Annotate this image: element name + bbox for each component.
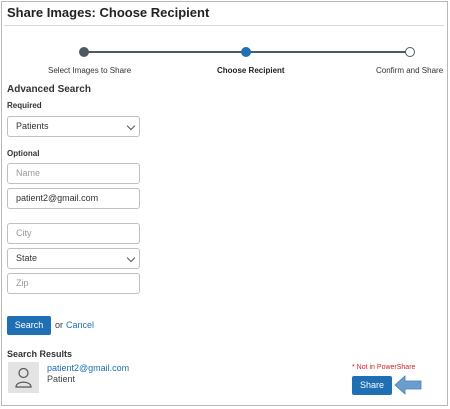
recipient-type-select[interactable]: Patients — [7, 116, 140, 137]
progress-stepper: Select Images to Share Choose Recipient … — [0, 0, 450, 80]
city-input[interactable]: City — [7, 223, 140, 244]
person-icon — [15, 367, 32, 388]
stepper-line-completed — [84, 51, 246, 53]
optional-label: Optional — [7, 149, 40, 158]
step-dot-select-images — [79, 47, 89, 57]
step-dot-choose-recipient — [241, 47, 251, 57]
result-email-link[interactable]: patient2@gmail.com — [47, 363, 129, 373]
state-select[interactable]: State — [7, 248, 140, 269]
not-in-powershare-note: * Not in PowerShare — [352, 364, 416, 371]
email-input[interactable]: patient2@gmail.com — [7, 188, 140, 209]
search-results-heading: Search Results — [7, 349, 73, 359]
required-label: Required — [7, 101, 42, 110]
zip-input[interactable]: Zip — [7, 273, 140, 294]
share-button[interactable]: Share — [352, 376, 392, 395]
cancel-link[interactable]: Cancel — [66, 320, 94, 330]
step-dot-confirm-share — [405, 47, 415, 57]
recipient-type-value: Patients — [16, 121, 49, 131]
or-text: or — [55, 320, 64, 330]
arrow-left-icon — [394, 375, 422, 395]
advanced-search-heading: Advanced Search — [7, 84, 91, 95]
search-button[interactable]: Search — [7, 316, 51, 335]
chevron-down-icon — [126, 121, 136, 131]
chevron-down-icon — [126, 253, 136, 263]
result-type: Patient — [47, 374, 76, 384]
state-select-value: State — [16, 253, 38, 263]
step-label-choose-recipient: Choose Recipient — [217, 66, 285, 75]
stepper-line-pending — [246, 51, 410, 53]
name-input[interactable]: Name — [7, 163, 140, 184]
step-label-select-images: Select Images to Share — [48, 66, 132, 75]
avatar — [8, 362, 39, 393]
step-label-confirm-share: Confirm and Share — [376, 66, 444, 75]
